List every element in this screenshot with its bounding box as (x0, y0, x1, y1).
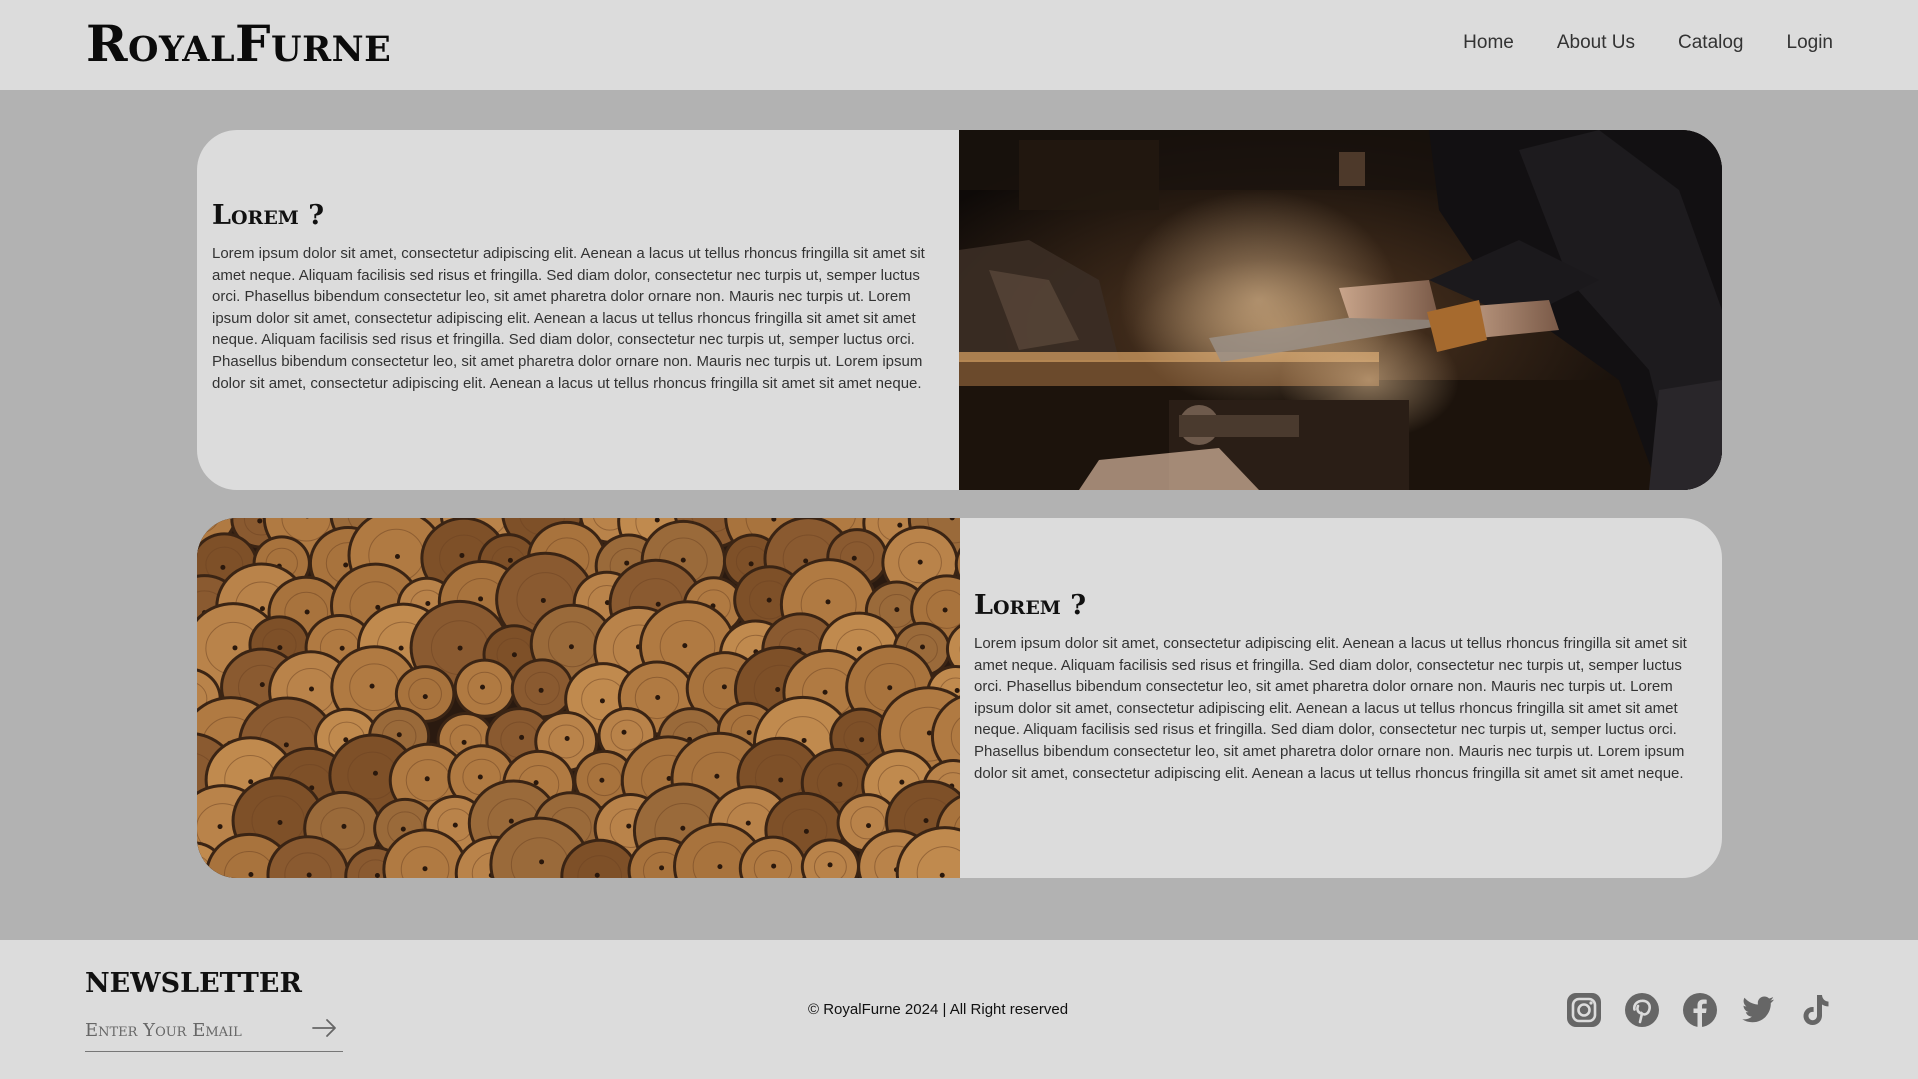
twitter-icon[interactable] (1740, 992, 1776, 1028)
nav-home[interactable]: Home (1463, 30, 1514, 56)
facebook-icon[interactable] (1682, 992, 1718, 1028)
copyright-text: © RoyalFurne 2024 | All Right reserved (808, 1001, 1069, 1018)
instagram-icon[interactable] (1566, 992, 1602, 1028)
newsletter-form (85, 1008, 343, 1052)
arrow-right-icon[interactable] (311, 1016, 339, 1040)
woodworker-sawing-image (959, 130, 1722, 490)
stacked-logs-image (197, 518, 960, 878)
stacked-logs-illustration (197, 518, 960, 878)
site-footer: NEWSLETTER © RoyalFurne 2024 | All Right… (0, 940, 1918, 1079)
info-card-1: Lorem ? Lorem ipsum dolor sit amet, cons… (197, 130, 1722, 490)
card-body: Lorem ipsum dolor sit amet, consectetur … (974, 635, 1687, 782)
nav-about-us[interactable]: About Us (1557, 30, 1635, 56)
card-text: Lorem ? Lorem ipsum dolor sit amet, cons… (959, 518, 1721, 878)
card-body: Lorem ipsum dolor sit amet, consectetur … (212, 245, 925, 392)
pinterest-icon[interactable] (1624, 992, 1660, 1028)
site-logo[interactable]: RoyalFurne (86, 14, 391, 74)
info-card-2: Lorem ? Lorem ipsum dolor sit amet, cons… (197, 518, 1722, 878)
social-links (1566, 992, 1834, 1028)
woodworker-sawing-illustration (959, 130, 1722, 490)
log-end (453, 658, 516, 718)
tiktok-icon[interactable] (1798, 992, 1834, 1028)
card-title: Lorem ? (212, 200, 325, 231)
card-title: Lorem ? (974, 590, 1087, 621)
card-text: Lorem ? Lorem ipsum dolor sit amet, cons… (197, 130, 959, 490)
main-nav: Home About Us Catalog Login (1463, 30, 1833, 56)
email-input[interactable] (85, 1016, 295, 1044)
nav-login[interactable]: Login (1787, 30, 1834, 56)
newsletter-title: NEWSLETTER (85, 968, 302, 999)
site-header: RoyalFurne Home About Us Catalog Login (0, 0, 1918, 90)
nav-catalog[interactable]: Catalog (1678, 30, 1744, 56)
